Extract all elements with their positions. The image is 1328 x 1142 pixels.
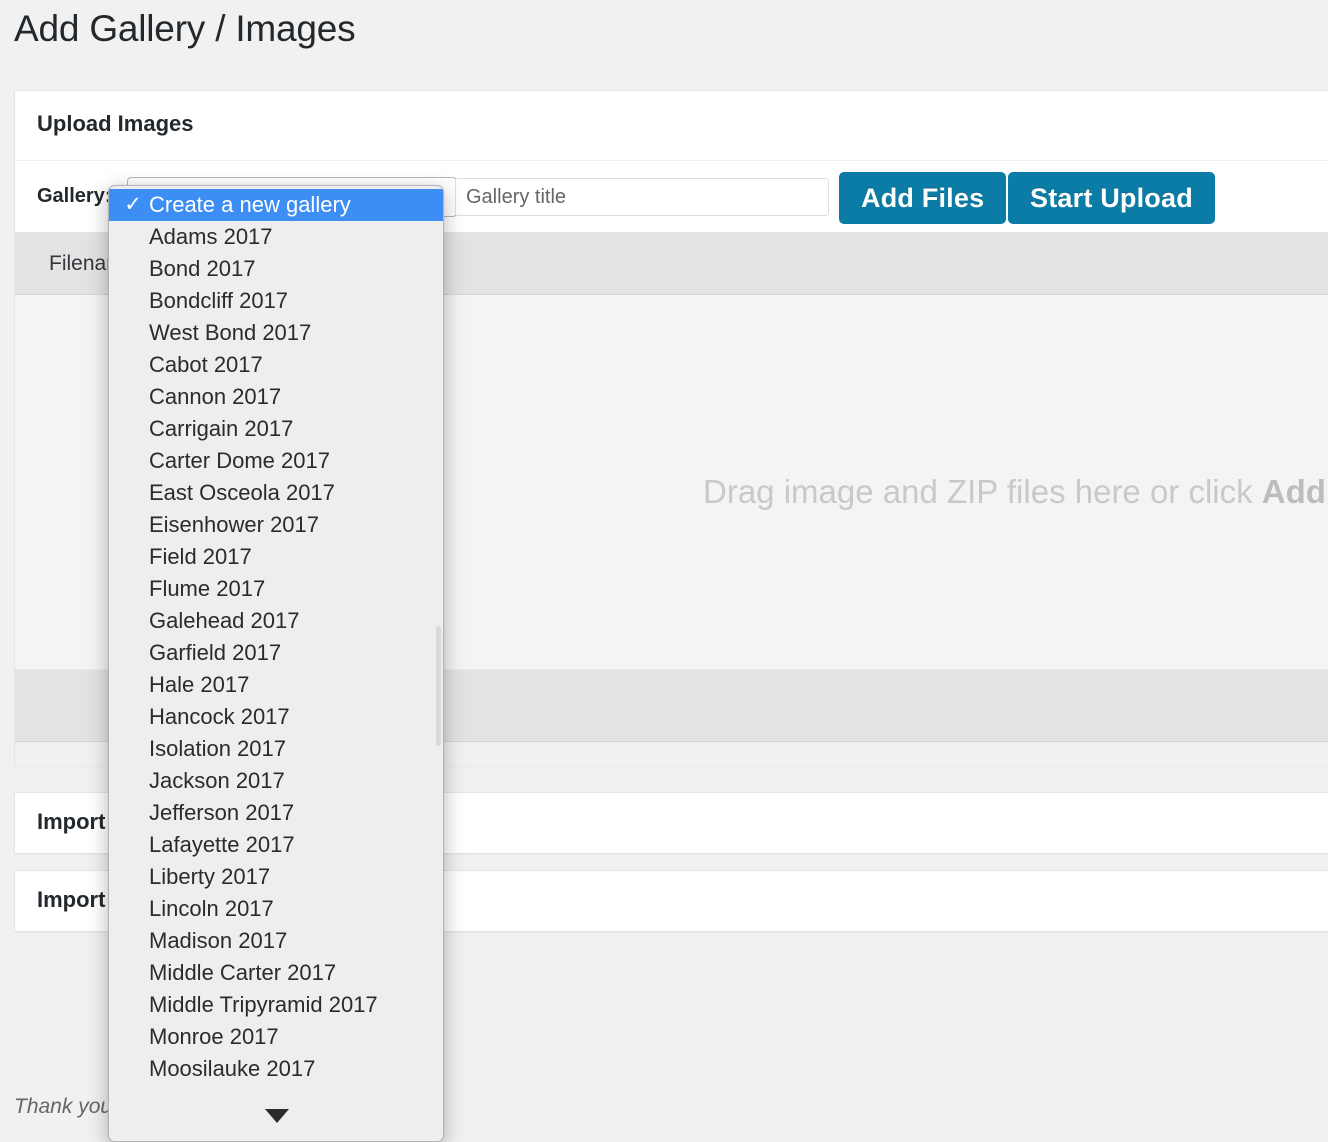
gallery-dropdown-option-label: Hale 2017 [149, 672, 250, 697]
gallery-dropdown-option[interactable]: ✓Galehead 2017 [109, 605, 443, 637]
gallery-dropdown-option-label: Lincoln 2017 [149, 896, 274, 921]
gallery-dropdown-option-label: Bond 2017 [149, 256, 256, 281]
gallery-dropdown-option-label: Galehead 2017 [149, 608, 300, 633]
dropzone-hint-text: Drag image and ZIP files here or click A… [703, 473, 1328, 511]
gallery-dropdown-option[interactable]: ✓Liberty 2017 [109, 861, 443, 893]
gallery-dropdown-option-label: Cannon 2017 [149, 384, 282, 409]
gallery-field-label: Gallery: [37, 185, 112, 207]
gallery-dropdown-option[interactable]: ✓Middle Tripyramid 2017 [109, 989, 443, 1021]
gallery-dropdown-option-label: Lafayette 2017 [149, 832, 295, 857]
chevron-down-icon [265, 1109, 289, 1123]
admin-page: Add Gallery / Images Upload Images Galle… [0, 0, 1328, 1142]
gallery-title-input[interactable] [455, 178, 829, 216]
gallery-dropdown-option[interactable]: ✓West Bond 2017 [109, 317, 443, 349]
upload-panel-header: Upload Images [15, 91, 1328, 161]
gallery-dropdown-option-label: Liberty 2017 [149, 864, 271, 889]
upload-panel-title: Upload Images [37, 111, 194, 136]
gallery-dropdown-option[interactable]: ✓Isolation 2017 [109, 733, 443, 765]
dropdown-scroll-down-arrow[interactable] [109, 1089, 443, 1141]
gallery-dropdown-option[interactable]: ✓Adams 2017 [109, 221, 443, 253]
gallery-dropdown-option[interactable]: ✓Garfield 2017 [109, 637, 443, 669]
gallery-dropdown-option-label: Moosilauke 2017 [149, 1056, 316, 1081]
gallery-dropdown-option[interactable]: ✓Bondcliff 2017 [109, 285, 443, 317]
gallery-dropdown-option[interactable]: ✓Carrigain 2017 [109, 413, 443, 445]
add-files-button[interactable]: Add Files [839, 172, 1007, 224]
gallery-dropdown-option[interactable]: ✓Cabot 2017 [109, 349, 443, 381]
gallery-dropdown-option-label: Adams 2017 [149, 224, 273, 249]
gallery-dropdown-option-label: Carter Dome 2017 [149, 448, 330, 473]
gallery-dropdown-option[interactable]: ✓Hancock 2017 [109, 701, 443, 733]
gallery-dropdown-option-label: Flume 2017 [149, 576, 266, 601]
gallery-dropdown-option-label: Middle Tripyramid 2017 [149, 992, 378, 1017]
gallery-dropdown-option[interactable]: ✓Cannon 2017 [109, 381, 443, 413]
gallery-dropdown-option-label: East Osceola 2017 [149, 480, 335, 505]
gallery-dropdown-option-label: West Bond 2017 [149, 320, 312, 345]
check-icon: ✓ [124, 193, 142, 216]
gallery-dropdown-option-label: Jackson 2017 [149, 768, 285, 793]
gallery-dropdown-option[interactable]: ✓Carter Dome 2017 [109, 445, 443, 477]
gallery-dropdown-option-label: Bondcliff 2017 [149, 288, 289, 313]
gallery-dropdown-option[interactable]: ✓East Osceola 2017 [109, 477, 443, 509]
gallery-dropdown-option-label: Madison 2017 [149, 928, 288, 953]
gallery-dropdown-option-label: Carrigain 2017 [149, 416, 294, 441]
gallery-dropdown-option-label: Garfield 2017 [149, 640, 282, 665]
gallery-dropdown-option[interactable]: ✓Moosilauke 2017 [109, 1053, 443, 1085]
gallery-dropdown-option[interactable]: ✓Lincoln 2017 [109, 893, 443, 925]
gallery-dropdown-option[interactable]: ✓Monroe 2017 [109, 1021, 443, 1053]
gallery-dropdown-option[interactable]: ✓Madison 2017 [109, 925, 443, 957]
gallery-dropdown-option[interactable]: ✓Middle Carter 2017 [109, 957, 443, 989]
gallery-dropdown-option-label: Create a new gallery [149, 192, 351, 217]
gallery-dropdown-option[interactable]: ✓Field 2017 [109, 541, 443, 573]
gallery-dropdown-option-label: Monroe 2017 [149, 1024, 279, 1049]
gallery-dropdown-option[interactable]: ✓Eisenhower 2017 [109, 509, 443, 541]
gallery-dropdown-option-label: Isolation 2017 [149, 736, 286, 761]
gallery-dropdown-option[interactable]: ✓Jefferson 2017 [109, 797, 443, 829]
gallery-dropdown-option[interactable]: ✓Jackson 2017 [109, 765, 443, 797]
gallery-dropdown-option-label: Jefferson 2017 [149, 800, 295, 825]
gallery-dropdown-list[interactable]: ✓ Create a new gallery ✓Adams 2017✓Bond 20… [109, 189, 443, 1109]
gallery-dropdown-option-label: Field 2017 [149, 544, 252, 569]
gallery-dropdown-option-label: Cabot 2017 [149, 352, 263, 377]
gallery-dropdown-option-label: Hancock 2017 [149, 704, 290, 729]
gallery-dropdown-option[interactable]: ✓Flume 2017 [109, 573, 443, 605]
gallery-dropdown-option[interactable]: ✓Bond 2017 [109, 253, 443, 285]
page-title: Add Gallery / Images [14, 8, 356, 49]
gallery-dropdown-option[interactable]: ✓Hale 2017 [109, 669, 443, 701]
gallery-dropdown-option[interactable]: ✓ Create a new gallery [109, 189, 443, 221]
dropzone-hint-bold: Add Files [1261, 473, 1328, 510]
gallery-dropdown-option-label: Middle Carter 2017 [149, 960, 337, 985]
start-upload-button[interactable]: Start Upload [1008, 172, 1215, 224]
gallery-dropdown-option[interactable]: ✓Lafayette 2017 [109, 829, 443, 861]
dropdown-scrollbar[interactable] [436, 626, 441, 746]
gallery-dropdown-option-label: Eisenhower 2017 [149, 512, 320, 537]
dropzone-hint-prefix: Drag image and ZIP files here or click [703, 473, 1262, 510]
gallery-dropdown-popup[interactable]: ✓ Create a new gallery ✓Adams 2017✓Bond 20… [108, 185, 444, 1142]
